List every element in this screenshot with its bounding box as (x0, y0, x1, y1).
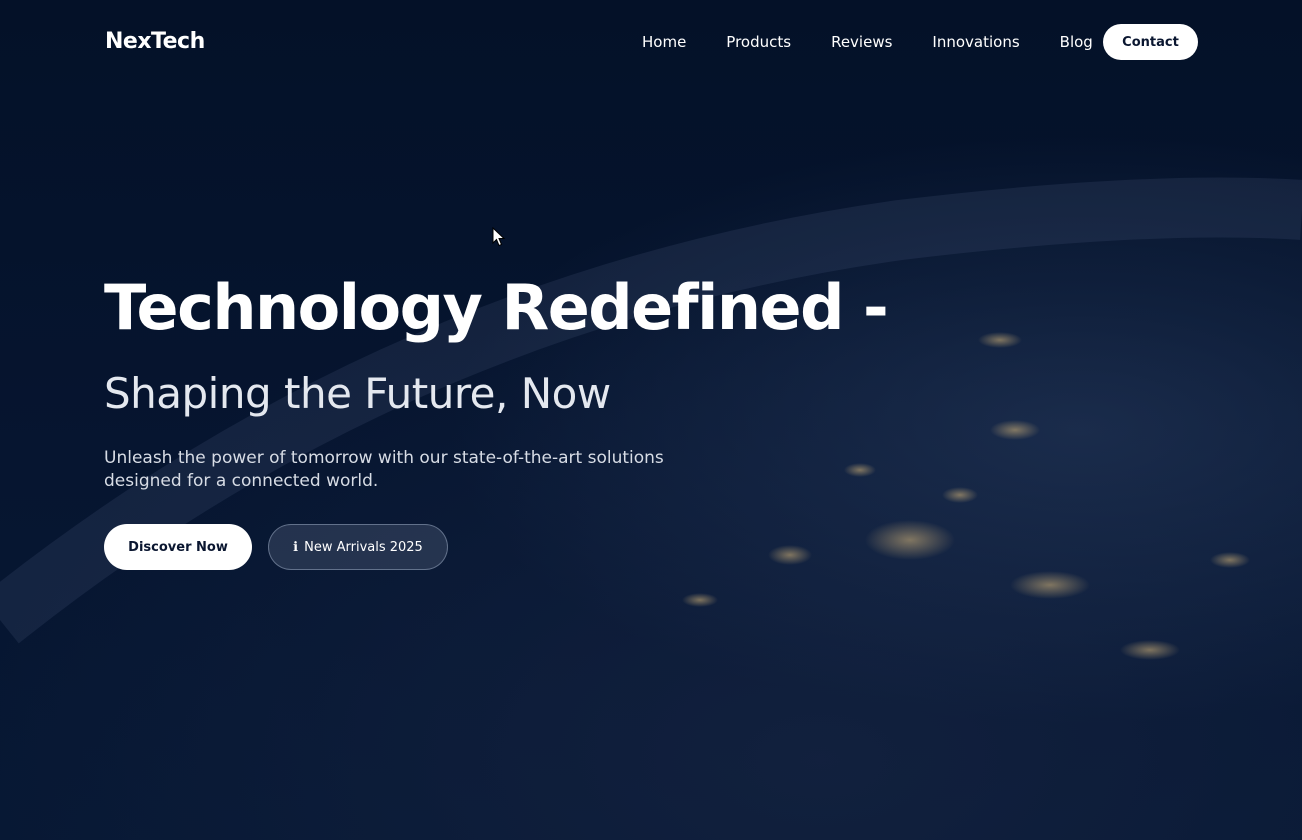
nav-item-blog[interactable]: Blog (1060, 33, 1093, 51)
nav-item-reviews[interactable]: Reviews (831, 33, 892, 51)
mouse-cursor-icon (492, 227, 506, 247)
hero-description: Unleash the power of tomorrow with our s… (104, 448, 664, 491)
contact-button[interactable]: Contact (1103, 24, 1198, 60)
new-arrivals-label: New Arrivals 2025 (304, 539, 423, 555)
new-arrivals-button[interactable]: ℹ New Arrivals 2025 (268, 524, 448, 570)
nav-links: Home Products Reviews Innovations Blog (642, 33, 1133, 51)
nav-item-innovations[interactable]: Innovations (932, 33, 1019, 51)
info-icon: ℹ (293, 539, 299, 555)
brand-logo[interactable]: NexTech (105, 29, 205, 54)
hero-headline: Technology Redefined - (104, 271, 889, 344)
discover-now-button[interactable]: Discover Now (104, 524, 252, 570)
nav-item-home[interactable]: Home (642, 33, 686, 51)
nav-item-products[interactable]: Products (726, 33, 791, 51)
hero-subheadline: Shaping the Future, Now (104, 369, 611, 418)
earth-lights-background (0, 177, 1302, 660)
top-navbar: NexTech Home Products Reviews Innovation… (0, 0, 1302, 86)
